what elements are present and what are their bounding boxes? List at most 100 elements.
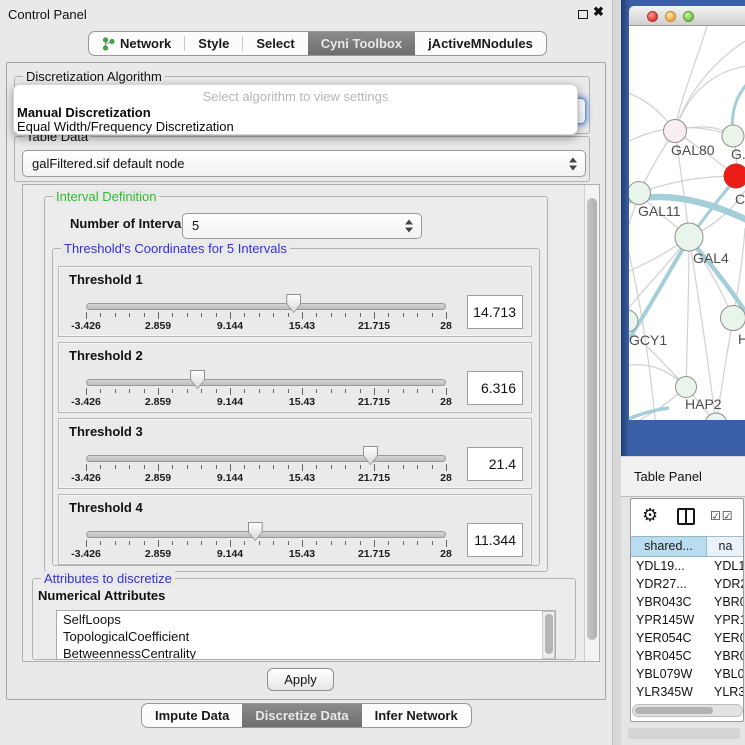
network-edge-highlighted[interactable] — [629, 408, 669, 420]
slider-thumb[interactable] — [363, 446, 378, 465]
zoom-traffic-light-icon[interactable] — [683, 11, 694, 22]
table-data-combobox[interactable]: galFiltered.sif default node — [22, 150, 586, 177]
table-row[interactable]: YBR045CYBR0 — [631, 647, 744, 665]
slider-major-tick — [230, 464, 231, 471]
slider-thumb[interactable] — [248, 522, 263, 541]
threshold-value-field[interactable]: 6.316 — [467, 371, 523, 405]
table-row[interactable]: YPR145WYPR1 — [631, 611, 744, 629]
scrollbar-thumb[interactable] — [545, 614, 553, 654]
table-row[interactable]: YBL079WYBL0 — [631, 665, 744, 683]
minimize-traffic-light-icon[interactable] — [665, 11, 676, 22]
group-label: Discretization Algorithm — [23, 69, 165, 84]
slider-minor-tick — [244, 465, 245, 469]
tab-label: Discretize Data — [255, 708, 348, 723]
network-edge[interactable] — [629, 237, 689, 320]
threshold-panel: Threshold 4-3.4262.8599.14415.4321.71528… — [58, 494, 532, 565]
network-node-gal4[interactable] — [675, 223, 703, 251]
column-header-shared[interactable]: shared... — [631, 536, 707, 557]
network-node-gal80[interactable] — [664, 120, 687, 143]
slider-minor-tick — [316, 389, 317, 393]
table-row[interactable]: YLR345WYLR3 — [631, 683, 744, 701]
slider-track[interactable] — [86, 303, 446, 310]
number-of-intervals-combobox[interactable]: 5 — [182, 213, 422, 239]
network-edge[interactable] — [629, 320, 686, 387]
slider-minor-tick — [345, 313, 346, 317]
slider-minor-tick — [403, 541, 404, 545]
network-edge[interactable] — [675, 40, 745, 131]
threshold-value-field[interactable]: 21.4 — [467, 447, 523, 481]
cell-name: YBR0 — [707, 647, 744, 665]
gear-icon[interactable]: ⚙ — [642, 505, 658, 526]
network-node-label: GAL11 — [638, 203, 681, 219]
list-vertical-scrollbar[interactable] — [542, 611, 555, 659]
slider-minor-tick — [360, 465, 361, 469]
network-canvas[interactable]: GAL80G.CGAL11GAL4GCY1HHAP2 — [629, 26, 745, 420]
popup-option-equal-width-frequency-discretization[interactable]: Equal Width/Frequency Discretization — [17, 119, 234, 134]
table-panel-titlebar: Table Panel — [621, 457, 745, 497]
table-row[interactable]: YDR27...YDR2 — [631, 575, 744, 593]
vertical-scrollbar[interactable] — [584, 185, 599, 661]
horizontal-scrollbar[interactable] — [632, 704, 743, 717]
slider-minor-tick — [417, 389, 418, 393]
numerical-attributes-list[interactable]: SelfLoopsTopologicalCoefficientBetweenne… — [56, 610, 556, 660]
slider-thumb[interactable] — [286, 294, 301, 313]
tab-infer-network[interactable]: Infer Network — [362, 704, 471, 727]
slider-minor-tick — [316, 313, 317, 317]
close-icon[interactable]: ✖ — [593, 4, 604, 20]
table-row[interactable]: YDL19...YDL1 — [631, 557, 744, 575]
tab-style[interactable]: Style — [185, 32, 242, 55]
apply-button[interactable]: Apply — [267, 668, 334, 691]
table-row[interactable]: YER054CYER0 — [631, 629, 744, 647]
network-node-c[interactable] — [724, 164, 745, 188]
tab-cyni-toolbox[interactable]: Cyni Toolbox — [308, 32, 415, 55]
tab-discretize-data[interactable]: Discretize Data — [242, 704, 361, 727]
network-node-gal11[interactable] — [629, 182, 651, 205]
table-row[interactable]: YIL052CYIL0 — [631, 701, 744, 703]
scrollbar-thumb[interactable] — [635, 707, 713, 714]
columns-icon[interactable] — [677, 508, 695, 525]
slider-thumb[interactable] — [190, 370, 205, 389]
list-item[interactable]: TopologicalCoefficient — [57, 628, 555, 645]
cell-shared-name: YBR043C — [631, 593, 707, 611]
slider-minor-tick — [216, 465, 217, 469]
control-panel-window: Control Panel ✖ NetworkStyleSelectCyni T… — [0, 0, 613, 745]
tab-network[interactable]: Network — [89, 32, 184, 55]
slider-minor-tick — [201, 541, 202, 545]
slider-tick-label: -3.426 — [71, 396, 101, 408]
slider-minor-tick — [172, 313, 173, 317]
threshold-value-field[interactable]: 11.344 — [467, 523, 523, 557]
network-node-h[interactable] — [721, 306, 745, 331]
slider-minor-tick — [417, 313, 418, 317]
slider-tick-label: 21.715 — [358, 396, 390, 408]
table-row[interactable]: YBR043CYBR0 — [631, 593, 744, 611]
tab-impute-data[interactable]: Impute Data — [142, 704, 242, 727]
network-window-titlebar[interactable] — [629, 6, 745, 26]
network-edge[interactable] — [639, 176, 736, 193]
group-label: Interval Definition — [53, 189, 159, 204]
number-of-intervals-label: Number of Intervals — [70, 216, 192, 231]
network-edge[interactable] — [675, 66, 745, 131]
tab-select[interactable]: Select — [243, 32, 307, 55]
table-rows: YDL19...YDL1YDR27...YDR2YBR043CYBR0YPR14… — [631, 557, 744, 703]
network-edge[interactable] — [675, 26, 707, 131]
float-window-icon[interactable] — [578, 10, 588, 19]
slider-track[interactable] — [86, 379, 446, 386]
network-edge[interactable] — [686, 237, 689, 387]
list-item[interactable]: BetweennessCentrality — [57, 645, 555, 660]
tab-jactivemnodules[interactable]: jActiveMNodules — [415, 32, 546, 55]
threshold-value-field[interactable]: 14.713 — [467, 295, 523, 329]
slider-track[interactable] — [86, 455, 446, 462]
network-node-g[interactable] — [722, 125, 744, 147]
column-header-na[interactable]: na — [707, 536, 744, 557]
list-item[interactable]: SelfLoops — [57, 611, 555, 628]
slider-track[interactable] — [86, 531, 446, 538]
scrollbar-thumb[interactable] — [587, 198, 597, 640]
slider-minor-tick — [129, 313, 130, 317]
slider-minor-tick — [115, 313, 116, 317]
checkboxes-icon[interactable]: ☑☑ — [710, 509, 734, 523]
control-panel-tabbar: NetworkStyleSelectCyni ToolboxjActiveMNo… — [88, 31, 547, 56]
network-node-hap2[interactable] — [676, 377, 697, 398]
popup-option-manual-discretization[interactable]: Manual Discretization — [17, 105, 151, 120]
close-traffic-light-icon[interactable] — [647, 11, 658, 22]
cell-shared-name: YDR27... — [631, 575, 707, 593]
